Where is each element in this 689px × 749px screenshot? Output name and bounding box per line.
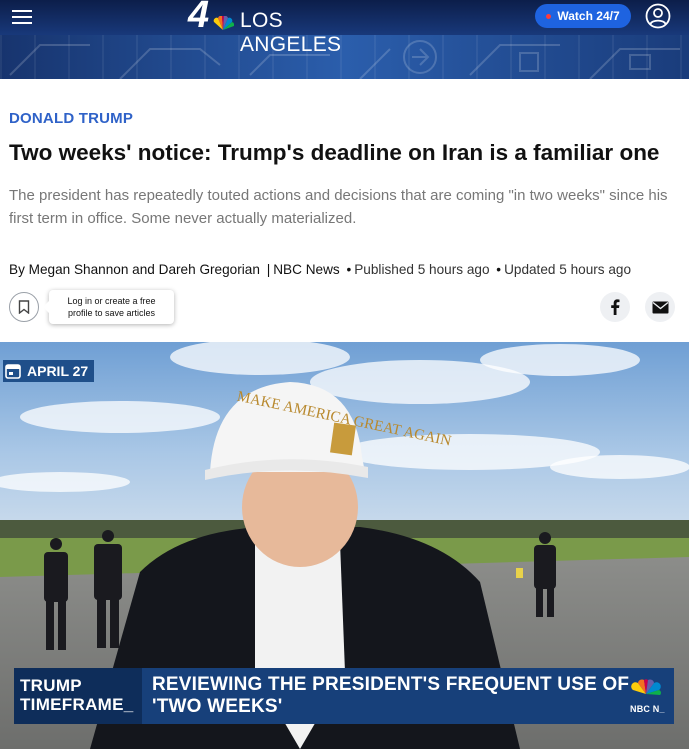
live-dot-icon (546, 13, 552, 19)
byline-published: Published 5 hours ago (354, 262, 490, 277)
menu-icon-bar (12, 10, 32, 12)
email-icon (652, 301, 668, 313)
article-category[interactable]: DONALD TRUMP (9, 110, 133, 127)
menu-button[interactable] (12, 7, 34, 25)
article-byline: By Megan Shannon and Dareh Gregorian | NB… (9, 262, 684, 277)
byline-updated: Updated 5 hours ago (504, 262, 632, 277)
menu-icon-bar (12, 16, 32, 18)
lower-third-program-line2: TIMEFRAME_ (20, 695, 134, 714)
save-share-row: Log in or create a free profile to save … (9, 290, 679, 324)
video-date-label: APRIL 27 (27, 363, 89, 379)
watch-live-label: Watch 24/7 (557, 9, 620, 23)
lower-third-caption: REVIEWING THE PRESIDENT'S FREQUENT USE O… (142, 668, 674, 724)
share-facebook-button[interactable] (600, 292, 630, 322)
station-number: 4 (188, 0, 210, 36)
share-email-button[interactable] (645, 292, 675, 322)
video-player[interactable]: MAKE AMERICA GREAT AGAIN APRIL 27 TRUMP … (0, 342, 689, 749)
save-article-button[interactable] (9, 292, 39, 322)
lower-third-program-line1: TRUMP (20, 676, 82, 695)
article-dek: The president has repeatedly touted acti… (9, 187, 668, 227)
bookmark-icon (18, 300, 30, 314)
nbc-news-now-logo-icon: NBC N_ (630, 679, 665, 714)
site-header: 4 LOS ANGELES Watch 24/7 (0, 0, 689, 79)
station-logo[interactable]: 4 LOS ANGELES (188, 0, 388, 56)
menu-icon-bar (12, 22, 32, 24)
user-icon[interactable] (645, 3, 671, 29)
byline-bullet: • (346, 262, 352, 277)
lower-third-program: TRUMP TIMEFRAME_ (14, 668, 142, 724)
watch-live-button[interactable]: Watch 24/7 (535, 4, 631, 28)
station-city: LOS ANGELES (240, 9, 342, 56)
video-lower-third: TRUMP TIMEFRAME_ REVIEWING THE PRESIDENT… (14, 668, 674, 724)
save-tooltip: Log in or create a free profile to save … (43, 290, 174, 324)
facebook-icon (611, 299, 620, 315)
byline-authors[interactable]: By Megan Shannon and Dareh Gregorian (9, 262, 260, 277)
byline-bullet: • (496, 262, 502, 277)
corner-logo-text: NBC N_ (630, 704, 665, 714)
lower-third-caption-text: REVIEWING THE PRESIDENT'S FREQUENT USE O… (152, 674, 630, 717)
calendar-icon (5, 364, 21, 379)
peacock-logo-icon (213, 16, 234, 30)
video-date-badge: APRIL 27 (3, 360, 95, 382)
byline-outlet: NBC News (273, 262, 340, 277)
article-headline: Two weeks' notice: Trump's deadline on I… (9, 140, 660, 165)
byline-divider: | (266, 262, 271, 277)
